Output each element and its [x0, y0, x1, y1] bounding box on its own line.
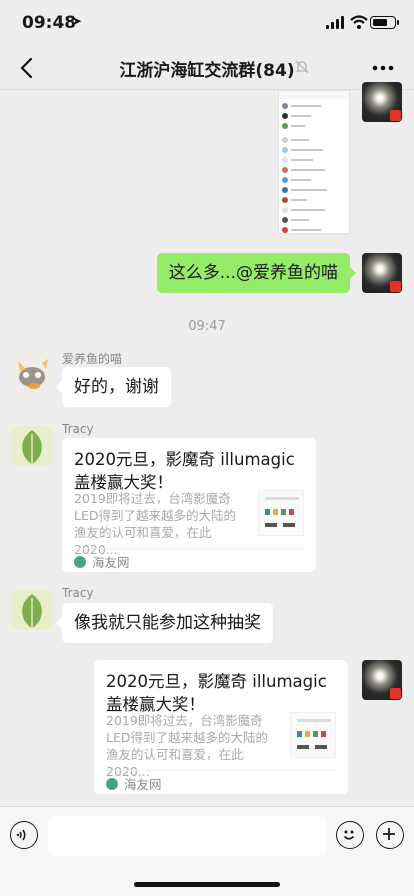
leaf-avatar-icon [22, 594, 42, 628]
message-bubble-incoming[interactable]: 像我就只能参加这种抽奖 [56, 603, 273, 643]
source-icon [74, 556, 86, 568]
sender-name: Tracy [62, 586, 94, 600]
message-bubble-incoming[interactable]: 好的，谢谢 [56, 367, 171, 407]
home-indicator [134, 882, 280, 887]
source-icon [106, 778, 118, 790]
chat-title[interactable]: 江浙沪海缸交流群(84) [0, 56, 414, 81]
more-dots-icon[interactable] [372, 65, 394, 71]
leaf-avatar-icon [22, 430, 42, 464]
sender-avatar[interactable] [12, 426, 52, 466]
emoji-icon[interactable] [336, 821, 364, 849]
battery-icon [370, 16, 399, 29]
cell-signal-icon [326, 16, 346, 29]
status-time: 09:48 [22, 13, 77, 33]
shared-screenshot-image[interactable] [278, 90, 350, 234]
voice-icon[interactable] [10, 821, 38, 849]
location-arrow-icon: ➤ [72, 14, 83, 28]
link-card-thumbnail [258, 490, 304, 536]
sender-avatar[interactable] [12, 590, 52, 630]
link-card-source: 海友网 [124, 777, 162, 792]
self-avatar[interactable] [362, 660, 402, 700]
sender-avatar[interactable] [12, 353, 52, 393]
link-card[interactable]: 2020元旦，影魔奇 illumagic 盖楼赢大奖！ 2019即将过去，台湾影… [62, 438, 316, 572]
link-card-title: 2020元旦，影魔奇 illumagic 盖楼赢大奖！ [74, 450, 295, 492]
link-card-thumbnail [290, 712, 336, 758]
message-timestamp: 09:47 [188, 319, 226, 334]
chat-header: 江浙沪海缸交流群(84) [0, 46, 414, 90]
plus-icon[interactable] [376, 821, 404, 849]
self-avatar[interactable] [362, 253, 402, 293]
link-card-title: 2020元旦，影魔奇 illumagic 盖楼赢大奖！ [106, 672, 327, 714]
link-card-source: 海友网 [92, 555, 130, 570]
sender-name: 爱养鱼的喵 [62, 352, 123, 366]
link-card[interactable]: 2020元旦，影魔奇 illumagic 盖楼赢大奖！ 2019即将过去，台湾影… [94, 660, 348, 794]
self-avatar[interactable] [362, 82, 402, 122]
status-bar: 09:48 ➤ [0, 0, 414, 46]
message-input[interactable] [48, 816, 326, 856]
message-bubble-outgoing[interactable]: 这么多...@爱养鱼的喵 [156, 253, 357, 293]
wifi-icon [350, 15, 368, 29]
cat-avatar-icon [18, 359, 48, 389]
sender-name: Tracy [62, 422, 94, 436]
bell-mute-icon [295, 60, 309, 74]
